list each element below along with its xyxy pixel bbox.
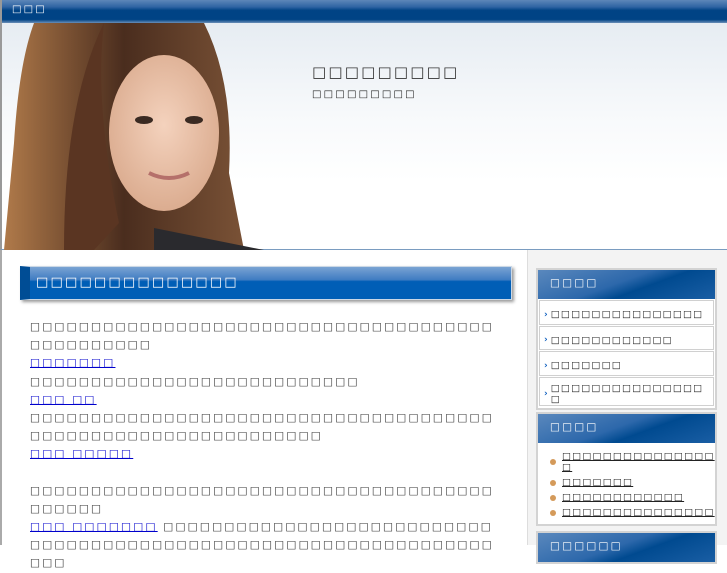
arrow-icon: › [544,360,548,371]
site-subtitle: □□□□□□□□□ [312,89,417,100]
sidebar-link-item: □□□□□□□□□□□□□□□□ [538,449,715,475]
sidebar-box-title: □□□□ [538,414,715,443]
article-body: □□□□□□□□□□□□□□□□□□□□□□□□□□□□□□□□□□□□□□□□… [30,318,505,573]
paragraph: □□□□□□□□□□□□□□□□□□□□□□□□□□□ [30,375,360,388]
top-bar: □□□ [0,0,727,23]
paragraph: □□□□□□□□□□□□□□□□□□□□□□□□□□□□□□□□□□□□□□□□… [30,321,494,352]
arrow-icon: › [544,309,548,320]
nav-label: □□□□□□□□□□□□□□□ [550,309,704,321]
article-link[interactable]: □□□ □□□□□□□ [30,521,158,533]
sidebar-menu-box: □□□□ › □□□□□□□□□□□□□□□ › □□□□□□□□□□□□ › □□□… [536,268,717,410]
paragraph: □□□□□□□□□□□□□□□□□□□□□□□□□□□□□□□□□□□□□□□□… [30,484,494,515]
top-bar-label: □□□ [12,4,47,15]
site-title: □□□□□□□□□ [312,63,460,81]
nav-label: □□□□□□□□□□□□ [550,334,673,346]
sidebar-nav-item[interactable]: › □□□□□□□ [539,351,714,376]
nav-label: □□□□□□□□□□□□□□□□ [550,382,704,405]
sidebar-link[interactable]: □□□□□□□ [562,477,633,488]
sidebar-link-item: □□□□□□□□□□□□□□□ [538,505,715,520]
sidebar-link[interactable]: □□□□□□□□□□□□□□□ [562,507,715,518]
bullet-icon [550,494,556,501]
bullet-icon [550,459,556,465]
header-banner: □□□□□□□□□ □□□□□□□□□ [0,23,727,250]
article-link[interactable]: □□□ □□□□□ [30,448,133,460]
sidebar-link[interactable]: □□□□□□□□□□□□□□□□ [562,451,715,473]
paragraph: □□□□□□□□□□□□□□□□□□□□□□□□□□□□□□□□□□□□□□□□… [30,412,494,443]
sidebar-link-item: □□□□□□□□□□□□ [538,490,715,505]
sidebar-link[interactable]: □□□□□□□□□□□□ [562,492,684,503]
bullet-icon [550,479,556,486]
main-heading-bar: □□□□□□□□□□□□□□ [20,266,512,300]
sidebar-box-title: □□□□□□ [538,533,715,562]
sidebar-nav-item[interactable]: › □□□□□□□□□□□□ [539,325,714,350]
sidebar-link-item: □□□□□□□ [538,475,715,490]
sidebar-nav-item[interactable]: › □□□□□□□□□□□□□□□□ [539,376,714,406]
sidebar-box-title: □□□□ [538,270,715,299]
sidebar-nav-item[interactable]: › □□□□□□□□□□□□□□□ [539,300,714,325]
arrow-icon: › [544,388,548,399]
nav-label: □□□□□□□ [550,360,622,372]
article-link[interactable]: □□□□□□□ [30,357,115,369]
sidebar-box-3: □□□□□□ [536,531,717,564]
header-photo [4,23,264,250]
main-content: □□□□□□□□□□□□□□ □□□□□□□□□□□□□□□□□□□□□□□□□… [0,250,526,569]
main-heading: □□□□□□□□□□□□□□ [36,275,239,290]
arrow-icon: › [544,335,548,346]
article-link[interactable]: □□□ □□ [30,394,97,406]
sidebar: □□□□ › □□□□□□□□□□□□□□□ › □□□□□□□□□□□□ › □□□… [527,250,727,564]
sidebar-links-box: □□□□ □□□□□□□□□□□□□□□□ □□□□□□□ □□□□□□□□□□… [536,412,717,526]
bullet-icon [550,509,556,516]
